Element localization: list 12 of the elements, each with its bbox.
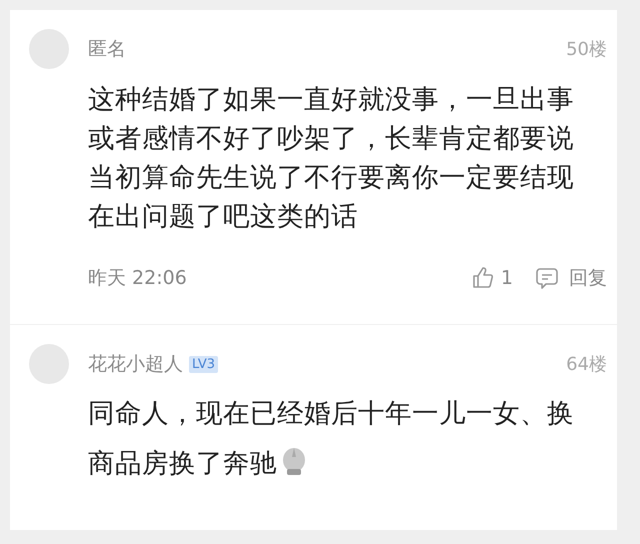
like-count: 1 bbox=[500, 267, 513, 289]
comment-time: 昨天 22:06 bbox=[88, 266, 188, 291]
thumbs-up-icon[interactable] bbox=[470, 266, 495, 290]
comment-text: 同命人，现在已经婚后十年一儿一女、换商品房换了奔驰 bbox=[88, 397, 575, 481]
username: 匿名 bbox=[88, 37, 126, 62]
username: 花花小超人 bbox=[88, 352, 183, 377]
level-badge: LV3 bbox=[189, 356, 218, 372]
floor-number: 50楼 bbox=[566, 38, 607, 61]
reply-link[interactable]: 回复 bbox=[569, 265, 607, 291]
comment-text: 这种结婚了如果一直好就没事，一旦出事或者感情不好了吵架了，长辈肯定都要说当初算命先生说了不行要离你一定要结现在出问题了吧这类的话 bbox=[88, 83, 575, 234]
comment-icon[interactable] bbox=[535, 266, 559, 290]
floor-number: 64楼 bbox=[566, 353, 607, 376]
